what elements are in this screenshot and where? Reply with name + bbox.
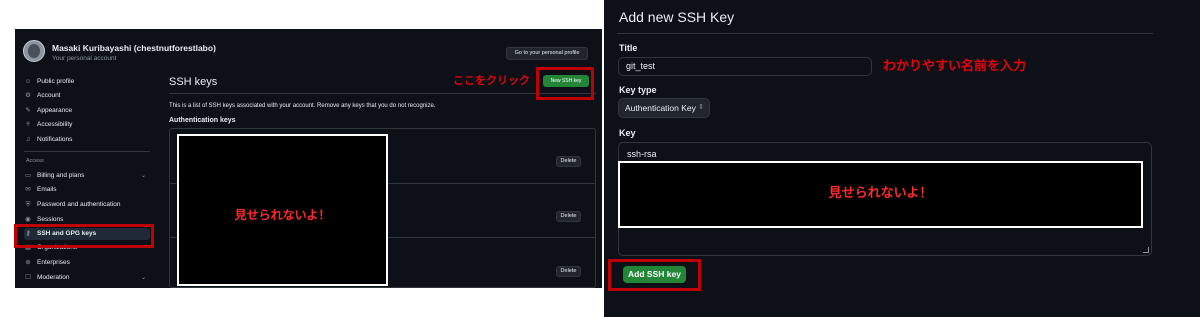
shield-icon: ⛨ — [25, 201, 31, 208]
sidebar-section-access: Access — [26, 158, 44, 164]
sidebar-item-label: Billing and plans — [37, 172, 85, 179]
sidebar-item-label: Account — [37, 92, 61, 99]
delete-key-button[interactable]: Delete — [556, 156, 581, 167]
sidebar-item-label: Accessibility — [37, 121, 73, 128]
add-key-highlight-box — [608, 259, 701, 291]
sidebar-item-label: Sessions — [37, 216, 64, 223]
person-icon: ☺ — [24, 78, 32, 85]
chevron-down-icon: ⌄ — [140, 275, 146, 281]
sidebar-item-emails[interactable]: ✉ Emails — [24, 184, 150, 196]
redaction-label: 見せられないよ！ — [234, 208, 331, 222]
mail-icon: ✉ — [25, 186, 31, 193]
redacted-key-box: 見せられないよ！ — [618, 161, 1143, 228]
resize-handle-icon[interactable] — [1143, 247, 1149, 253]
key-type-value: Authentication Key — [625, 103, 696, 113]
page-title: SSH keys — [169, 76, 218, 88]
account-subtitle: Your personal account — [52, 55, 117, 62]
sidebar-item-accessibility[interactable]: ☥ Accessibility — [24, 119, 150, 131]
account-header: Masaki Kuribayashi (chestnutforestlabo) … — [15, 29, 602, 67]
sidebar-divider — [24, 151, 150, 152]
avatar[interactable] — [23, 40, 45, 62]
sidebar-item-label: Enterprises — [37, 259, 70, 266]
title-divider — [169, 93, 596, 94]
credit-card-icon: ▭ — [24, 172, 32, 179]
sidebar-item-billing[interactable]: ▭ Billing and plans ⌄ — [24, 170, 150, 182]
sidebar-item-notifications[interactable]: ♫ Notifications — [24, 134, 150, 146]
go-to-profile-button[interactable]: Go to your personal profile — [506, 47, 588, 60]
annotation-click-here: ここをクリック — [453, 74, 530, 87]
sidebar-item-public-profile[interactable]: ☺ Public profile — [24, 76, 150, 88]
page-description: This is a list of SSH keys associated wi… — [169, 103, 436, 109]
bell-icon: ♫ — [25, 136, 31, 143]
chevron-down-icon: ⌄ — [140, 173, 146, 179]
sidebar-item-label: Moderation — [37, 274, 70, 281]
annotation-enter-name: わかりやすい名前を入力 — [883, 59, 1027, 74]
ssh-gpg-highlight-box — [14, 224, 154, 248]
sidebar-item-enterprises[interactable]: ⊕ Enterprises — [24, 257, 150, 269]
key-type-label: Key type — [619, 85, 657, 95]
authentication-keys-heading: Authentication keys — [169, 117, 236, 124]
screenshot-canvas: Masaki Kuribayashi (chestnutforestlabo) … — [0, 0, 1200, 317]
title-divider — [617, 33, 1153, 34]
redaction-label: 見せられないよ！ — [828, 186, 933, 201]
delete-key-button[interactable]: Delete — [556, 266, 581, 277]
sidebar-item-appearance[interactable]: ✎ Appearance — [24, 105, 150, 117]
gear-icon: ⚙ — [25, 92, 31, 99]
report-icon: ☐ — [25, 274, 31, 281]
new-key-highlight-box — [536, 67, 594, 100]
sidebar-item-label: Password and authentication — [37, 201, 121, 208]
sidebar-item-label: Appearance — [37, 107, 73, 114]
sidebar-item-label: Emails — [37, 186, 57, 193]
accessibility-icon: ☥ — [25, 121, 31, 128]
title-input[interactable]: git_test — [618, 57, 872, 76]
key-field-label: Key — [619, 128, 636, 138]
key-textarea-value: ssh-rsa — [627, 149, 657, 159]
title-field-label: Title — [619, 43, 638, 53]
sidebar-item-password[interactable]: ⛨ Password and authentication — [24, 199, 150, 211]
select-arrows-icon: ⇕ — [698, 104, 704, 111]
sidebar-item-account[interactable]: ⚙ Account — [24, 90, 150, 102]
key-type-select[interactable]: Authentication Key ⇕ — [618, 98, 710, 118]
sidebar-item-moderation[interactable]: ☐ Moderation ⌄ — [24, 272, 150, 284]
globe-icon: ⊕ — [25, 259, 31, 266]
paintbrush-icon: ✎ — [25, 107, 31, 114]
delete-key-button[interactable]: Delete — [556, 211, 581, 222]
sidebar-item-label: Notifications — [37, 136, 73, 143]
redacted-keys-box: 見せられないよ！ — [177, 134, 388, 286]
page-title: Add new SSH Key — [619, 9, 735, 25]
user-name: Masaki Kuribayashi (chestnutforestlabo) — [52, 43, 216, 53]
sidebar-item-label: Public profile — [37, 78, 75, 85]
